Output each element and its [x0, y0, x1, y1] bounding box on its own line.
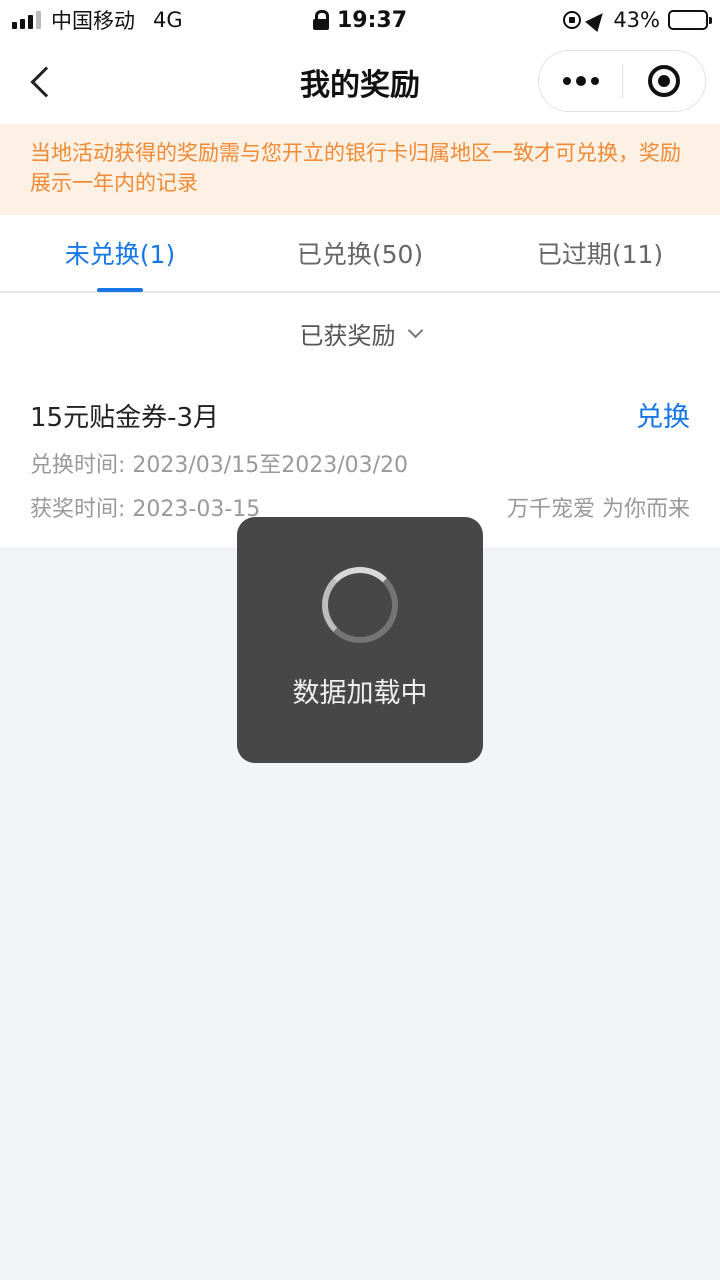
reward-title: 15元贴金券-3月: [30, 403, 220, 433]
reward-filter-dropdown[interactable]: 已获奖励: [0, 293, 720, 373]
redeem-period: 兑换时间: 2023/03/15至2023/03/20: [30, 453, 409, 478]
notice-banner: 当地活动获得的奖励需与您开立的银行卡归属地区一致才可兑换，奖励展示一年内的记录: [0, 124, 720, 215]
more-dots-icon: [562, 77, 571, 85]
status-right: 43%: [563, 0, 712, 40]
chevron-down-icon: [407, 322, 423, 338]
more-button[interactable]: [539, 50, 622, 112]
loading-text: 数据加载中: [292, 678, 428, 709]
award-time: 获奖时间: 2023-03-15: [30, 497, 261, 522]
filter-label: 已获奖励: [299, 321, 396, 350]
lock-icon: [312, 10, 329, 30]
target-icon: [647, 65, 680, 97]
clock: 19:37: [336, 7, 408, 33]
close-mini-program-button[interactable]: [623, 50, 705, 112]
tab-unredeemed[interactable]: 未兑换(1): [0, 215, 240, 291]
nav-bar: 我的奖励: [0, 40, 720, 124]
spinner-icon: [322, 567, 398, 643]
battery-icon: [668, 10, 712, 30]
mini-program-capsule: [538, 50, 706, 112]
redeem-button[interactable]: 兑换: [636, 395, 690, 434]
battery-percent: 43%: [613, 8, 660, 32]
tab-expired[interactable]: 已过期(11): [480, 215, 720, 291]
loading-toast: 数据加载中: [237, 517, 483, 763]
location-icon: [585, 7, 610, 33]
reward-slogan: 万千宠爱 为你而来: [507, 497, 690, 522]
status-bar: 中国移动 4G 19:37 43%: [0, 0, 720, 40]
reward-tabs: 未兑换(1) 已兑换(50) 已过期(11): [0, 215, 720, 293]
tab-redeemed[interactable]: 已兑换(50): [240, 215, 480, 291]
rotation-lock-icon: [563, 11, 582, 29]
page: 中国移动 4G 19:37 43% 我的奖励 当地活动获得的奖励需与您开立的银行…: [0, 0, 720, 1280]
